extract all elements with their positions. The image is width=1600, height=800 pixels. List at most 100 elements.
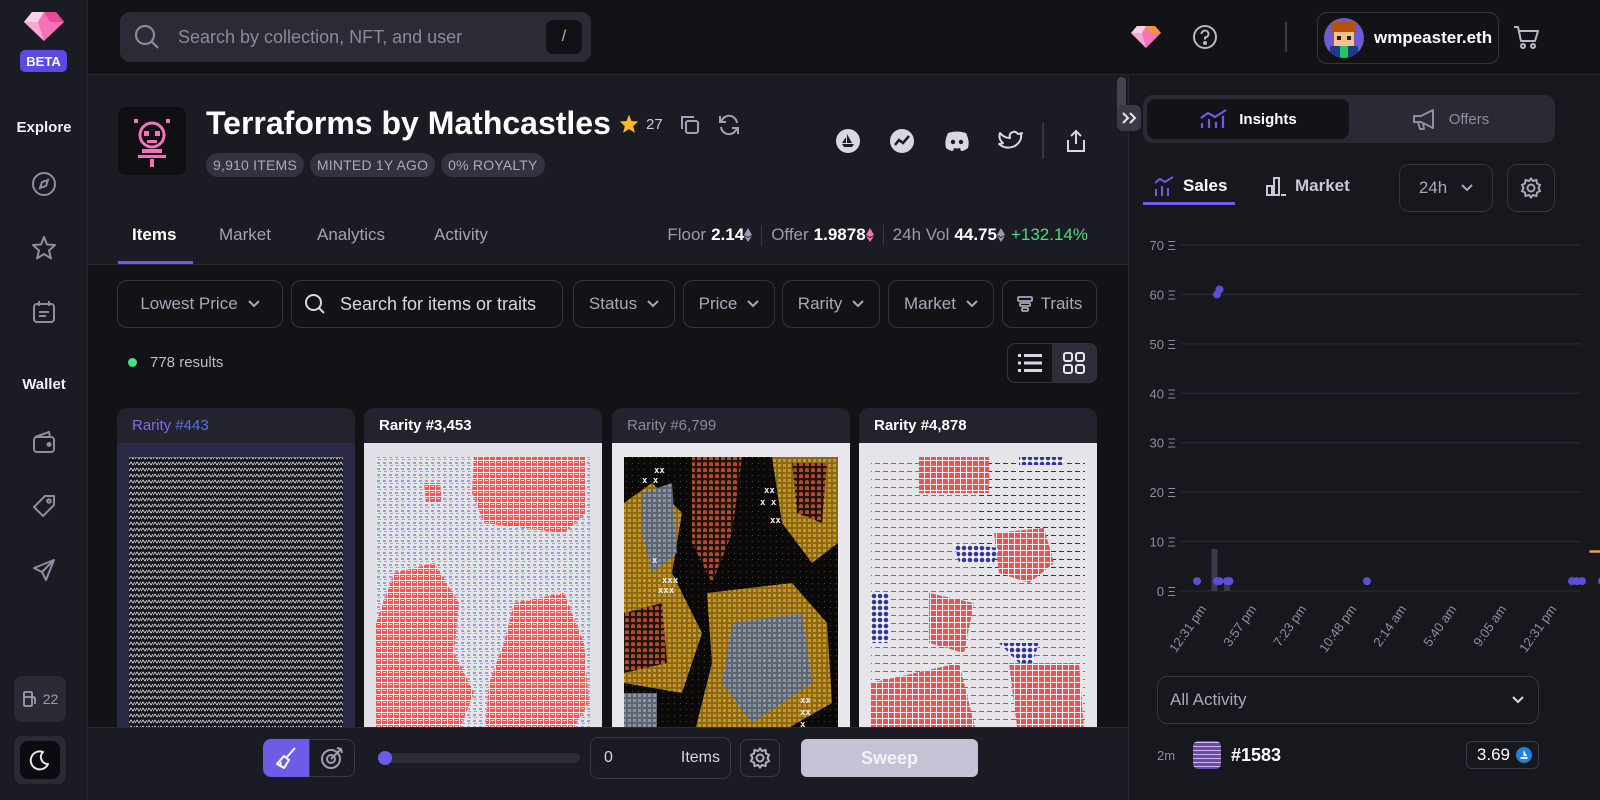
stat-separator: [882, 225, 884, 245]
calendar-icon[interactable]: [24, 292, 64, 332]
wallet-icon[interactable]: [24, 422, 64, 462]
gear-icon: [1520, 177, 1542, 199]
chart-settings-button[interactable]: [1507, 164, 1555, 212]
copy-icon[interactable]: [676, 111, 704, 139]
sweep-items-value: 0: [604, 749, 613, 766]
activity-row[interactable]: 2m #1583 3.69: [1157, 738, 1539, 772]
card-rarity: Rarity #443: [117, 408, 355, 443]
svg-text:xx: xx: [764, 486, 775, 496]
nft-card[interactable]: Rarity #6,799 xx x x x xxx xxx xx x x xx xx xx x: [612, 408, 850, 738]
svg-text:x x: x x: [760, 498, 777, 508]
target-mode-button[interactable]: [309, 739, 355, 777]
star-icon[interactable]: [24, 228, 64, 268]
help-icon[interactable]: [1188, 20, 1222, 54]
rarity-rank: #4,878: [920, 417, 967, 434]
logo-icon[interactable]: [24, 10, 64, 42]
market-depth-tab[interactable]: Market: [1265, 175, 1350, 197]
active-tab-indicator: [118, 261, 193, 264]
items-search-input[interactable]: Search for items or traits: [340, 294, 536, 315]
nft-card[interactable]: Rarity #4,878: [859, 408, 1097, 738]
x-tick-label: 12:31 pm: [1516, 602, 1559, 655]
sweep-slider[interactable]: [378, 751, 580, 765]
offers-tab[interactable]: Offers: [1349, 99, 1551, 139]
username: wmpeaster.eth: [1374, 28, 1493, 47]
traits-filter[interactable]: Traits: [1002, 280, 1097, 328]
collection-header: Terraforms by Mathcastles 27 9,910 ITEMS…: [88, 75, 1128, 265]
offers-label: Offers: [1448, 110, 1490, 128]
svg-text:xx: xx: [770, 516, 781, 526]
grid-view-icon[interactable]: [1052, 344, 1096, 382]
tag-icon[interactable]: [24, 486, 64, 526]
card-rarity: Rarity #3,453: [364, 408, 602, 443]
items-count-tag: 9,910 ITEMS: [206, 153, 304, 177]
theme-toggle[interactable]: [14, 736, 66, 784]
global-search-input[interactable]: Search by collection, NFT, and user: [178, 27, 546, 48]
share-icon[interactable]: [1062, 127, 1090, 155]
opensea-icon[interactable]: [834, 127, 862, 155]
profile-button[interactable]: wmpeaster.eth: [1317, 12, 1499, 64]
gas-pump-icon: [22, 690, 38, 708]
twitter-icon[interactable]: [997, 127, 1025, 155]
tab-activity[interactable]: Activity: [434, 225, 488, 245]
sweep-settings-button[interactable]: [740, 739, 780, 777]
rarity-label: Rarity: [132, 417, 172, 434]
wallet-section-label: Wallet: [22, 376, 66, 393]
insights-tab[interactable]: Insights: [1147, 99, 1349, 139]
cart-icon[interactable]: [1509, 20, 1543, 54]
favorite-count-value: 27: [646, 115, 663, 133]
sort-label: Lowest Price: [140, 294, 238, 313]
activity-item-thumbnail: [1193, 741, 1221, 769]
card-rarity: Rarity #6,799: [612, 408, 850, 443]
discord-icon[interactable]: [943, 127, 971, 155]
items-search[interactable]: Search for items or traits: [291, 280, 563, 328]
gas-price-indicator[interactable]: 22: [14, 676, 66, 722]
main-scrollbar[interactable]: [1115, 75, 1128, 727]
price-filter[interactable]: Price: [683, 280, 775, 328]
tab-market[interactable]: Market: [219, 225, 271, 245]
tab-items[interactable]: Items: [132, 225, 176, 245]
sweep-items-input[interactable]: 0 Items: [590, 737, 731, 779]
refresh-icon[interactable]: [715, 111, 743, 139]
svg-text:xx: xx: [800, 696, 811, 706]
sweep-mode-button[interactable]: [263, 739, 309, 777]
market-filter[interactable]: Market: [888, 280, 994, 328]
sweep-button[interactable]: Sweep: [801, 739, 978, 777]
time-range-dropdown[interactable]: 24h: [1399, 164, 1493, 212]
rarity-filter[interactable]: Rarity: [782, 280, 880, 328]
chevron-down-icon: [852, 300, 864, 308]
sidebar: BETA Explore Wallet 22: [0, 0, 88, 800]
double-chevron-right-icon: [1121, 112, 1137, 124]
live-indicator: [128, 358, 137, 367]
star-filled-icon: [618, 113, 640, 135]
favorite-count[interactable]: 27: [618, 113, 663, 135]
sale-point: [1363, 577, 1371, 586]
send-icon[interactable]: [24, 550, 64, 590]
activity-filter-dropdown[interactable]: All Activity: [1157, 676, 1539, 724]
collapse-panel-button[interactable]: [1117, 105, 1141, 131]
sweep-slider-handle[interactable]: [378, 751, 392, 765]
chevron-down-icon: [647, 300, 659, 308]
compass-icon[interactable]: [24, 164, 64, 204]
eth-icon: [744, 228, 753, 242]
insights-panel: Insights Offers Sales Market 24h 70 Ξ 60 …: [1117, 75, 1600, 800]
global-search[interactable]: Search by collection, NFT, and user /: [120, 12, 591, 62]
y-tick-label: 20 Ξ: [1149, 485, 1176, 500]
minted-tag: MINTED 1Y AGO: [309, 153, 436, 177]
chevron-down-icon: [247, 300, 260, 308]
sales-tab[interactable]: Sales: [1153, 175, 1227, 197]
analytics-site-icon[interactable]: [888, 127, 916, 155]
gem-rewards-icon[interactable]: [1129, 20, 1163, 54]
svg-text:xx: xx: [654, 466, 665, 476]
target-icon: [320, 746, 344, 770]
nft-card[interactable]: Rarity #3,453: [364, 408, 602, 738]
sort-dropdown[interactable]: Lowest Price: [117, 280, 283, 328]
chevron-down-icon: [1512, 696, 1524, 704]
nft-card[interactable]: Rarity #443: [117, 408, 355, 738]
view-toggle: [1007, 343, 1097, 383]
x-tick-label: 12:31 pm: [1166, 602, 1209, 655]
tab-analytics[interactable]: Analytics: [317, 225, 385, 245]
activity-price: 3.69: [1465, 741, 1539, 769]
sweep-items-label: Items: [680, 749, 720, 766]
status-filter[interactable]: Status: [573, 280, 675, 328]
list-view-icon[interactable]: [1008, 344, 1052, 382]
